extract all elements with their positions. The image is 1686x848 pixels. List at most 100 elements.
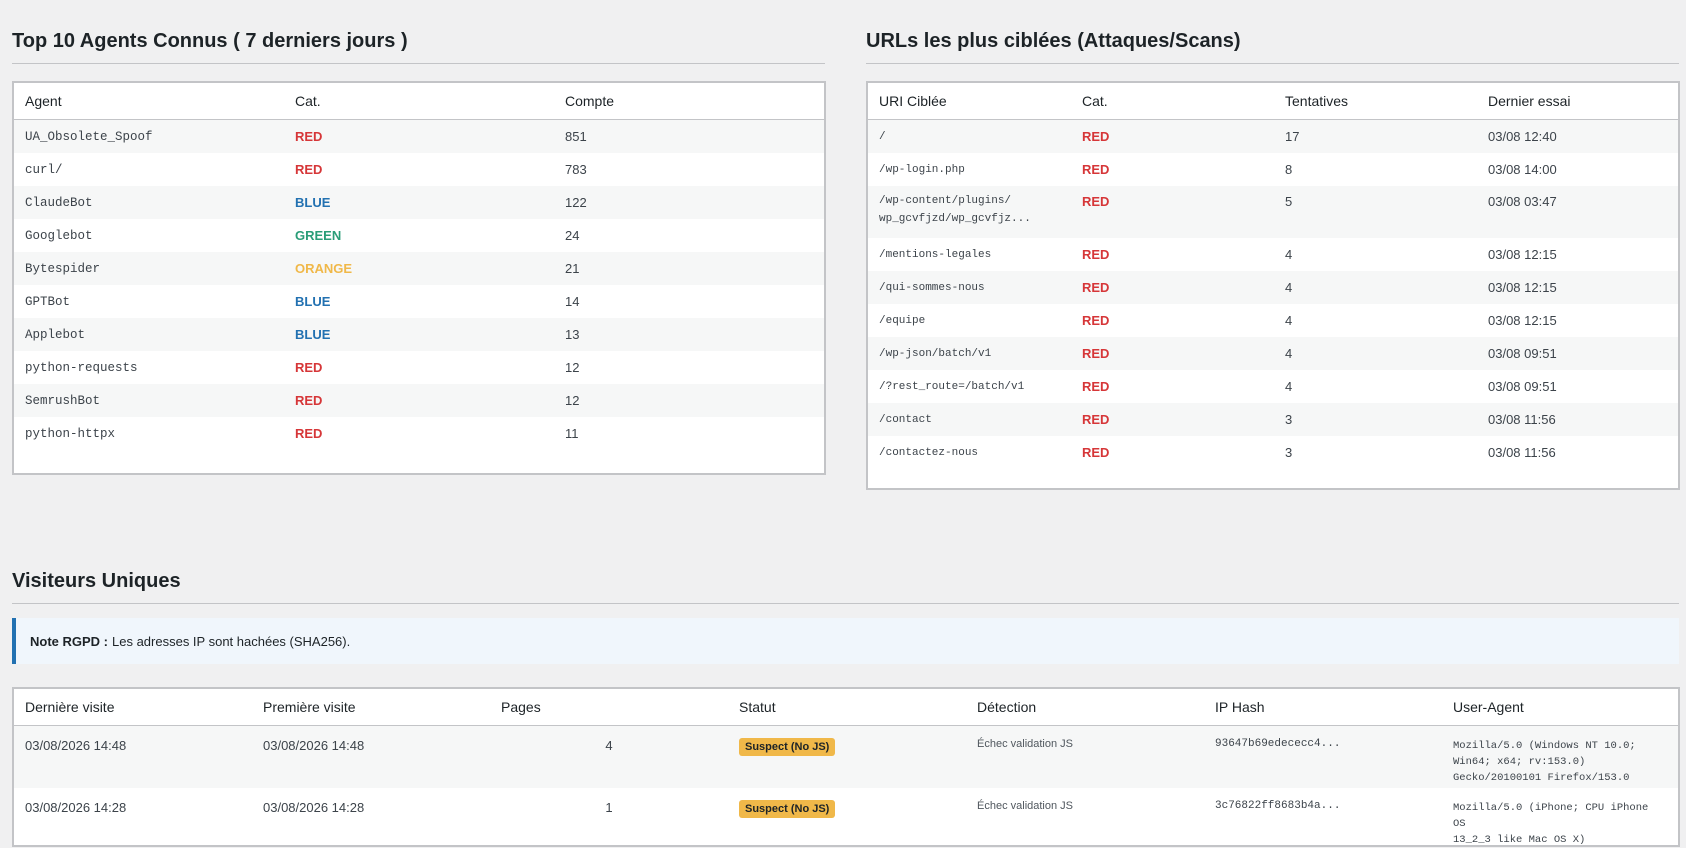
agent-name: Applebot [14, 318, 284, 351]
urls-table: URI Ciblée Cat. Tentatives Dernier essai… [868, 83, 1678, 469]
agents-table: Agent Cat. Compte UA_Obsolete_Spoof RED 85… [14, 83, 824, 450]
table-row: /contact RED 3 03/08 11:56 [868, 403, 1678, 436]
table-row: UA_Obsolete_Spoof RED 851 [14, 119, 824, 153]
agent-count: 21 [554, 252, 824, 285]
table-row: /wp-json/batch/v1 RED 4 03/08 09:51 [868, 337, 1678, 370]
category-badge: RED [284, 119, 554, 153]
agent-name: python-httpx [25, 426, 116, 441]
table-row: /equipe RED 4 03/08 12:15 [868, 304, 1678, 337]
last-attempt: 03/08 09:51 [1488, 379, 1557, 394]
table-row: python-httpx RED 11 [14, 417, 824, 450]
target-uri: /equipe [879, 314, 926, 327]
agent-count: 122 [554, 186, 824, 219]
col-header-pages[interactable]: Pages [490, 689, 728, 726]
table-row: ClaudeBot BLUE 122 [14, 186, 824, 219]
category-badge: RED [295, 426, 323, 441]
category-badge: RED [295, 162, 323, 177]
last-visit: 03/08/2026 14:28 [25, 800, 127, 815]
attempt-count: 3 [1274, 403, 1477, 436]
category-badge: BLUE [295, 294, 331, 309]
user-agent-line: Win64; x64; rv:153.0) [1453, 756, 1586, 768]
visitors-header-row: Dernière visite Première visite Pages St… [14, 689, 1678, 726]
target-uri: /contactez-nous [879, 446, 979, 459]
visitors-section-title: Visiteurs Uniques [12, 570, 1679, 604]
table-row: python-requests RED 12 [14, 351, 824, 384]
target-uri: /contact [868, 403, 1071, 436]
category-badge: RED [1082, 445, 1110, 460]
target-uri-line: /wp-content/plugins/ [879, 195, 1012, 207]
table-row: Bytespider ORANGE 21 [14, 252, 824, 285]
last-attempt: 03/08 11:56 [1488, 445, 1556, 460]
status-cell: Suspect (No JS) [728, 788, 966, 848]
col-header-cat[interactable]: Cat. [284, 83, 554, 120]
category-badge: RED [1071, 119, 1274, 153]
table-row: GPTBot BLUE 14 [14, 285, 824, 318]
agent-name: curl/ [25, 162, 63, 177]
last-attempt: 03/08 12:40 [1477, 119, 1678, 153]
agent-count: 14 [565, 294, 580, 309]
urls-section-title: URLs les plus ciblées (Attaques/Scans) [866, 30, 1679, 64]
category-badge: RED [1082, 379, 1110, 394]
attempt-count: 4 [1285, 313, 1293, 328]
category-badge: RED [1082, 162, 1110, 177]
last-attempt: 03/08 12:15 [1477, 271, 1678, 304]
attempt-count: 4 [1285, 247, 1293, 262]
category-badge: BLUE [284, 186, 554, 219]
user-agent: Mozilla/5.0 (Windows NT 10.0; Win64; x64;… [1442, 725, 1678, 788]
target-uri: /mentions-legales [879, 248, 992, 261]
agent-name: ClaudeBot [14, 186, 284, 219]
agents-section-title: Top 10 Agents Connus ( 7 derniers jours … [12, 30, 825, 64]
col-header-detection[interactable]: Détection [966, 689, 1204, 726]
attempt-count: 5 [1274, 186, 1477, 238]
table-row: /?rest_route=/batch/v1 RED 4 03/08 09:51 [868, 370, 1678, 403]
col-header-status[interactable]: Statut [728, 689, 966, 726]
target-uri: / [868, 119, 1071, 153]
agent-count: 12 [554, 384, 824, 417]
agent-name: Bytespider [14, 252, 284, 285]
ip-hash: 3c76822ff8683b4a... [1215, 800, 1341, 812]
col-header-last-visit[interactable]: Dernière visite [14, 689, 252, 726]
table-row: SemrushBot RED 12 [14, 384, 824, 417]
target-uri-line: wp_gcvfjzd/wp_gcvfjz... [879, 213, 1031, 225]
detection-reason: Échec validation JS [966, 725, 1204, 788]
first-visit: 03/08/2026 14:28 [263, 800, 365, 815]
table-row: 03/08/2026 14:28 03/08/2026 14:28 1 Suspect… [14, 788, 1678, 848]
col-header-count[interactable]: Compte [554, 83, 824, 120]
attempt-count: 17 [1274, 119, 1477, 153]
agent-count: 783 [565, 162, 587, 177]
table-row: / RED 17 03/08 12:40 [868, 119, 1678, 153]
urls-panel: URI Ciblée Cat. Tentatives Dernier essai… [866, 81, 1680, 490]
category-badge: RED [284, 384, 554, 417]
col-header-user-agent[interactable]: User-Agent [1442, 689, 1678, 726]
last-attempt: 03/08 12:15 [1488, 313, 1557, 328]
last-attempt: 03/08 03:47 [1477, 186, 1678, 238]
agent-count: 12 [565, 360, 580, 375]
category-badge: GREEN [295, 228, 342, 243]
col-header-uri[interactable]: URI Ciblée [868, 83, 1071, 120]
col-header-agent[interactable]: Agent [14, 83, 284, 120]
status-badge: Suspect (No JS) [739, 738, 836, 756]
page-count: 1 [605, 800, 613, 815]
col-header-cat[interactable]: Cat. [1071, 83, 1274, 120]
user-agent-line: 13_2_3 like Mac OS X) [1453, 834, 1586, 846]
ip-hash: 93647b69edececc4... [1204, 725, 1442, 788]
category-badge: RED [295, 360, 323, 375]
last-visit: 03/08/2026 14:48 [14, 725, 252, 788]
user-agent: Mozilla/5.0 (iPhone; CPU iPhone OS 13_2_3… [1442, 788, 1678, 848]
target-uri: /wp-login.php [879, 163, 965, 176]
target-uri: /wp-json/batch/v1 [868, 337, 1071, 370]
table-row: /mentions-legales RED 4 03/08 12:15 [868, 238, 1678, 271]
notice-text: Les adresses IP sont hachées (SHA256). [112, 633, 351, 649]
detection-reason: Échec validation JS [977, 800, 1073, 812]
target-uri: /qui-sommes-nous [868, 271, 1071, 304]
category-badge: BLUE [284, 318, 554, 351]
user-agent-line: Mozilla/5.0 (iPhone; CPU iPhone OS [1453, 802, 1649, 830]
agent-name: python-requests [25, 360, 138, 375]
col-header-last-try[interactable]: Dernier essai [1477, 83, 1678, 120]
agent-name: Googlebot [25, 228, 93, 243]
col-header-attempts[interactable]: Tentatives [1274, 83, 1477, 120]
col-header-first-visit[interactable]: Première visite [252, 689, 490, 726]
agent-name: UA_Obsolete_Spoof [14, 119, 284, 153]
category-badge: RED [1071, 186, 1274, 238]
col-header-ip-hash[interactable]: IP Hash [1204, 689, 1442, 726]
